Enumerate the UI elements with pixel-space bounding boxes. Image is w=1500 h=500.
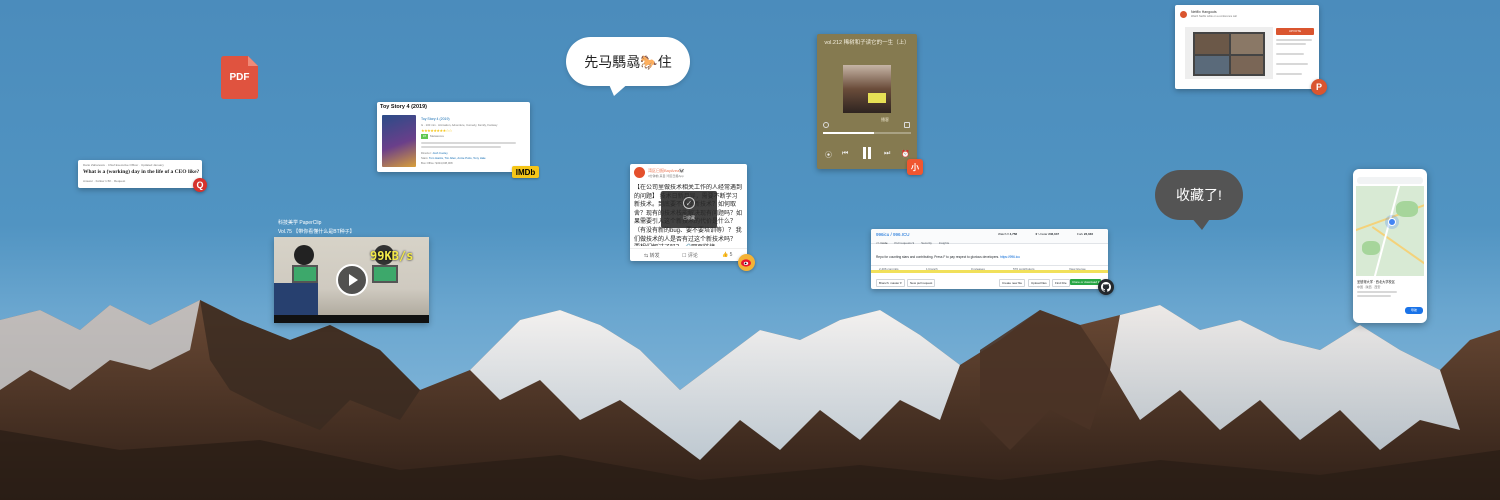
weibo-post-card[interactable]: 湾区日报BayArea🐼 3分钟前 来自 湾区日报App 【在公司里做技术相关工… (630, 164, 747, 261)
speech-bubble-saved: 收藏了! (1155, 170, 1243, 220)
podcast-tag: 播客 (881, 117, 889, 122)
maps-place-title: 圣彼得大学 · 西北大学校区 (1357, 280, 1395, 284)
github-star-button[interactable]: ★ Unstar 246,047 (1035, 232, 1059, 236)
github-watch-button[interactable]: Watch ▾ 4,758 (998, 232, 1017, 236)
video-caption-line1: 科技美学 PaperClip (278, 220, 322, 226)
speech-bubble-saved-text: 收藏了! (1176, 187, 1222, 203)
speech-bubble-text: 先马騳骉🐎住 (584, 53, 672, 70)
saved-toast: ✓ 已收藏 (661, 191, 717, 228)
producthunt-product-tagline: Watch Netflix while on a conference call (1191, 15, 1237, 18)
check-circle-icon: ✓ (683, 197, 695, 209)
tab-insights[interactable]: Insights (939, 241, 949, 245)
quora-badge-icon: Q (193, 178, 207, 192)
speech-bubble-bookmark: 先马騳骉🐎住 (566, 37, 690, 86)
video-caption-line2: Vol.75 【带你看懂什么是BT种子】 (278, 229, 355, 235)
like-button[interactable]: 👍 5 (722, 252, 732, 258)
movie-poster (382, 115, 416, 167)
sleep-timer-icon[interactable] (904, 122, 910, 128)
maps-directions-button[interactable]: 导航 (1405, 307, 1423, 314)
maps-search-bar[interactable] (1357, 177, 1423, 184)
saved-toast-label: 已收藏 (683, 215, 695, 220)
github-fork-button[interactable]: Fork 22,046 (1077, 232, 1093, 236)
github-stats-bar: 2,406 commits 1 branch 0 releases 576 co… (871, 265, 1108, 273)
map-location-pin-icon (1388, 218, 1396, 226)
github-find-file-button[interactable]: Find File (1052, 279, 1070, 287)
producthunt-screenshot (1185, 27, 1273, 79)
github-tabs: <> Code Pull requests 9 Security Insight… (876, 241, 949, 245)
podcast-progress-track[interactable] (823, 132, 911, 134)
podcast-player-card[interactable]: vol.212 稀树和子读它的一生（上） 播客 ⦿ ⏮ ⏭ ⏰ (817, 34, 917, 169)
github-branch-button[interactable]: Branch: master ▾ (876, 279, 905, 287)
movie-meta: G · 100 min · Animation, Adventure, Come… (421, 123, 498, 127)
video-player[interactable]: 99KB/s (274, 237, 429, 323)
video-monitor-left (292, 265, 318, 283)
maps-place-subtitle: 中国 · 陕西 · 西安 (1357, 285, 1381, 289)
rating-stars: ★★★★★★★★☆☆ (421, 128, 452, 133)
podcast-cover-label (868, 93, 886, 103)
podcast-app-badge-icon: 小 (907, 159, 923, 175)
next-icon[interactable]: ⏭ (884, 150, 890, 158)
director-row: Director: Josh Cooley (421, 151, 448, 155)
tab-code[interactable]: <> Code (876, 241, 888, 245)
github-repo-link[interactable]: https://996.icu (1000, 255, 1020, 259)
video-person-left (294, 245, 314, 265)
github-upload-files-button[interactable]: Upload files (1028, 279, 1050, 287)
producthunt-logo (1180, 11, 1187, 18)
quora-question-title[interactable]: What is a (working) day in the life of a… (83, 169, 199, 175)
weibo-meta: 3分钟前 来自 湾区日报App (648, 174, 684, 178)
comment-button[interactable]: ☐ 评论 (682, 252, 698, 259)
alarm-icon[interactable]: ⏰ (901, 150, 910, 158)
weibo-icon (738, 254, 755, 271)
movie-title-link[interactable]: Toy Story 4 (2019) (421, 117, 450, 121)
github-clone-button[interactable]: Clone or download ▾ (1070, 279, 1102, 285)
imdb-movie-card[interactable]: Toy Story 4 (2019) Toy Story 4 (2019) G … (377, 102, 530, 172)
maps-phone-card[interactable]: 圣彼得大学 · 西北大学校区 中国 · 陕西 · 西安 导航 (1353, 169, 1427, 323)
producthunt-badge-icon: P (1311, 79, 1327, 95)
podcast-progress-fill (823, 132, 875, 134)
stars-row: Stars: Tom Hanks, Tim Allen, Annie Potts… (421, 156, 486, 160)
video-monitor-right (372, 265, 398, 283)
speech-bubble-saved-tail (1190, 216, 1212, 230)
pause-icon[interactable] (861, 147, 873, 159)
metascore-label: Metascore (430, 134, 445, 138)
producthunt-product-title[interactable]: Netflix Hangouts (1191, 10, 1217, 14)
weibo-actions-bar: ⇆ 转发 ☐ 评论 👍 5 (630, 248, 747, 261)
imdb-badge-logo: IMDb (512, 166, 539, 178)
imdb-card-title: Toy Story 4 (2019) (380, 104, 427, 110)
quora-actions[interactable]: Answer · Follow 1.5K · Request (83, 179, 125, 183)
quora-meta: Dario Zaharescu · Chief Executive Office… (83, 163, 164, 167)
quora-answer-card[interactable]: Dario Zaharescu · Chief Executive Office… (78, 160, 202, 188)
github-new-pr-button[interactable]: New pull request (907, 279, 936, 287)
github-repo-name[interactable]: 996icu / 996.ICU (876, 232, 910, 237)
pdf-file-icon[interactable]: PDF (221, 56, 258, 99)
weibo-avatar[interactable] (634, 167, 645, 178)
mountain-landscape (0, 300, 1500, 500)
github-icon (1098, 279, 1114, 295)
tab-pull-requests[interactable]: Pull requests 9 (894, 241, 914, 245)
playback-speed-icon[interactable] (823, 122, 829, 128)
pdf-label: PDF (229, 72, 250, 83)
tab-security[interactable]: Security (921, 241, 932, 245)
maps-view[interactable] (1356, 186, 1424, 276)
repost-button[interactable]: ⇆ 转发 (644, 252, 660, 259)
play-icon[interactable] (336, 264, 368, 296)
speech-bubble-tail (608, 82, 630, 96)
github-repo-description: Repo for counting stars and contributing… (876, 255, 1020, 259)
metascore-badge: 97 (421, 134, 428, 139)
podcast-cover-art (843, 65, 891, 113)
producthunt-card[interactable]: Netflix Hangouts Watch Netflix while on … (1175, 5, 1319, 89)
github-repo-card[interactable]: 996icu / 996.ICU Watch ▾ 4,758 ★ Unstar … (871, 229, 1108, 289)
thumbs-up-icon: 👍 (722, 252, 730, 258)
box-office-row: Box Office: $434,038,008 (421, 161, 453, 165)
rewind-icon[interactable]: ⦿ (825, 150, 832, 160)
previous-icon[interactable]: ⏮ (842, 150, 848, 158)
github-create-file-button[interactable]: Create new file (999, 279, 1026, 287)
video-bottom-bar (274, 315, 429, 323)
podcast-episode-title: vol.212 稀树和子读它的一生（上） (824, 40, 910, 46)
video-overlay-speed: 99KB/s (370, 249, 414, 263)
producthunt-upvote-button[interactable]: UPVOTE (1276, 28, 1314, 35)
